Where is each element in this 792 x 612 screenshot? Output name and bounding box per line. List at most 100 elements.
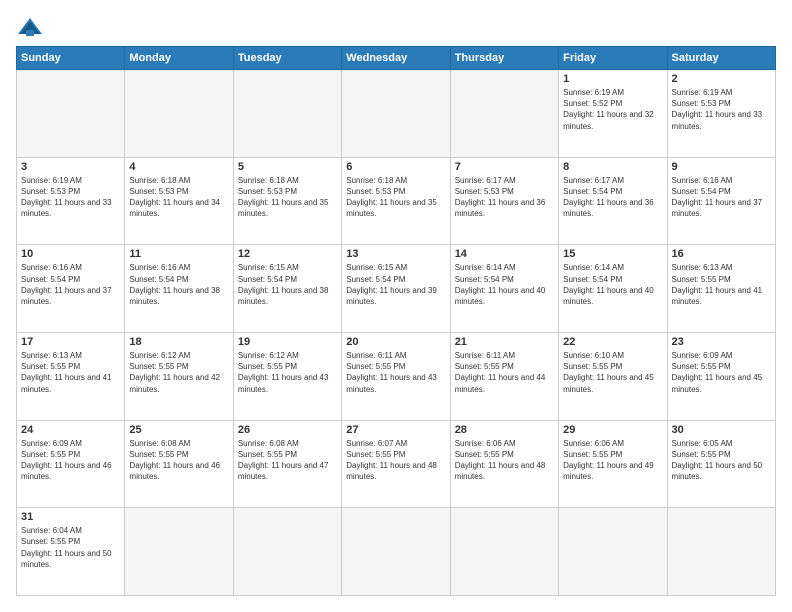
day-info: Sunrise: 6:18 AMSunset: 5:53 PMDaylight:… — [238, 175, 337, 220]
calendar-cell — [342, 508, 450, 596]
day-number: 25 — [129, 424, 228, 436]
day-number: 11 — [129, 248, 228, 260]
calendar-cell — [17, 70, 125, 158]
week-row-2: 10 Sunrise: 6:16 AMSunset: 5:54 PMDayligh… — [17, 245, 776, 333]
calendar-cell: 26 Sunrise: 6:08 AMSunset: 5:55 PMDayligh… — [233, 420, 341, 508]
calendar-cell: 12 Sunrise: 6:15 AMSunset: 5:54 PMDayligh… — [233, 245, 341, 333]
day-info: Sunrise: 6:11 AMSunset: 5:55 PMDaylight:… — [346, 350, 445, 395]
day-info: Sunrise: 6:09 AMSunset: 5:55 PMDaylight:… — [672, 350, 771, 395]
day-number: 19 — [238, 336, 337, 348]
day-info: Sunrise: 6:14 AMSunset: 5:54 PMDaylight:… — [455, 262, 554, 307]
day-number: 7 — [455, 161, 554, 173]
day-number: 26 — [238, 424, 337, 436]
calendar-cell: 17 Sunrise: 6:13 AMSunset: 5:55 PMDayligh… — [17, 332, 125, 420]
calendar-cell: 9 Sunrise: 6:16 AMSunset: 5:54 PMDaylight… — [667, 157, 775, 245]
day-info: Sunrise: 6:19 AMSunset: 5:53 PMDaylight:… — [672, 87, 771, 132]
day-info: Sunrise: 6:11 AMSunset: 5:55 PMDaylight:… — [455, 350, 554, 395]
calendar-cell: 24 Sunrise: 6:09 AMSunset: 5:55 PMDayligh… — [17, 420, 125, 508]
calendar-cell: 3 Sunrise: 6:19 AMSunset: 5:53 PMDaylight… — [17, 157, 125, 245]
day-number: 16 — [672, 248, 771, 260]
calendar-cell: 31 Sunrise: 6:04 AMSunset: 5:55 PMDayligh… — [17, 508, 125, 596]
day-number: 1 — [563, 73, 662, 85]
day-info: Sunrise: 6:16 AMSunset: 5:54 PMDaylight:… — [672, 175, 771, 220]
week-row-5: 31 Sunrise: 6:04 AMSunset: 5:55 PMDayligh… — [17, 508, 776, 596]
logo-icon — [16, 16, 44, 38]
calendar-cell: 23 Sunrise: 6:09 AMSunset: 5:55 PMDayligh… — [667, 332, 775, 420]
day-info: Sunrise: 6:10 AMSunset: 5:55 PMDaylight:… — [563, 350, 662, 395]
week-row-3: 17 Sunrise: 6:13 AMSunset: 5:55 PMDayligh… — [17, 332, 776, 420]
day-number: 31 — [21, 511, 120, 523]
calendar-cell: 8Sunrise: 6:17 AMSunset: 5:54 PMDaylight… — [559, 157, 667, 245]
day-info: Sunrise: 6:13 AMSunset: 5:55 PMDaylight:… — [672, 262, 771, 307]
week-row-0: 1Sunrise: 6:19 AMSunset: 5:52 PMDaylight… — [17, 70, 776, 158]
calendar-cell: 13 Sunrise: 6:15 AMSunset: 5:54 PMDayligh… — [342, 245, 450, 333]
dow-header-wednesday: Wednesday — [342, 47, 450, 70]
day-info: Sunrise: 6:18 AMSunset: 5:53 PMDaylight:… — [129, 175, 228, 220]
day-info: Sunrise: 6:13 AMSunset: 5:55 PMDaylight:… — [21, 350, 120, 395]
day-info: Sunrise: 6:15 AMSunset: 5:54 PMDaylight:… — [238, 262, 337, 307]
day-number: 4 — [129, 161, 228, 173]
day-number: 20 — [346, 336, 445, 348]
day-info: Sunrise: 6:12 AMSunset: 5:55 PMDaylight:… — [129, 350, 228, 395]
day-number: 3 — [21, 161, 120, 173]
calendar-cell: 5Sunrise: 6:18 AMSunset: 5:53 PMDaylight… — [233, 157, 341, 245]
dow-header-thursday: Thursday — [450, 47, 558, 70]
calendar-cell: 20 Sunrise: 6:11 AMSunset: 5:55 PMDayligh… — [342, 332, 450, 420]
day-number: 6 — [346, 161, 445, 173]
day-number: 24 — [21, 424, 120, 436]
day-info: Sunrise: 6:17 AMSunset: 5:53 PMDaylight:… — [455, 175, 554, 220]
calendar-cell — [125, 70, 233, 158]
day-number: 2 — [672, 73, 771, 85]
header — [16, 16, 776, 38]
day-number: 15 — [563, 248, 662, 260]
day-info: Sunrise: 6:08 AMSunset: 5:55 PMDaylight:… — [238, 438, 337, 483]
day-number: 23 — [672, 336, 771, 348]
day-info: Sunrise: 6:12 AMSunset: 5:55 PMDaylight:… — [238, 350, 337, 395]
day-number: 18 — [129, 336, 228, 348]
day-number: 30 — [672, 424, 771, 436]
day-info: Sunrise: 6:05 AMSunset: 5:55 PMDaylight:… — [672, 438, 771, 483]
calendar-cell: 2 Sunrise: 6:19 AMSunset: 5:53 PMDaylight… — [667, 70, 775, 158]
day-number: 10 — [21, 248, 120, 260]
day-info: Sunrise: 6:15 AMSunset: 5:54 PMDaylight:… — [346, 262, 445, 307]
day-info: Sunrise: 6:08 AMSunset: 5:55 PMDaylight:… — [129, 438, 228, 483]
calendar-cell: 16 Sunrise: 6:13 AMSunset: 5:55 PMDayligh… — [667, 245, 775, 333]
calendar-cell: 15 Sunrise: 6:14 AMSunset: 5:54 PMDayligh… — [559, 245, 667, 333]
calendar-cell — [125, 508, 233, 596]
day-number: 8 — [563, 161, 662, 173]
day-info: Sunrise: 6:14 AMSunset: 5:54 PMDaylight:… — [563, 262, 662, 307]
day-number: 14 — [455, 248, 554, 260]
dow-header-saturday: Saturday — [667, 47, 775, 70]
calendar-cell — [342, 70, 450, 158]
day-info: Sunrise: 6:16 AMSunset: 5:54 PMDaylight:… — [21, 262, 120, 307]
calendar-cell — [233, 70, 341, 158]
calendar-cell: 6 Sunrise: 6:18 AMSunset: 5:53 PMDaylight… — [342, 157, 450, 245]
day-info: Sunrise: 6:18 AMSunset: 5:53 PMDaylight:… — [346, 175, 445, 220]
day-number: 12 — [238, 248, 337, 260]
calendar-cell: 29Sunrise: 6:06 AMSunset: 5:55 PMDayligh… — [559, 420, 667, 508]
day-number: 22 — [563, 336, 662, 348]
day-of-week-row: SundayMondayTuesdayWednesdayThursdayFrid… — [17, 47, 776, 70]
day-number: 9 — [672, 161, 771, 173]
calendar-cell: 4 Sunrise: 6:18 AMSunset: 5:53 PMDaylight… — [125, 157, 233, 245]
calendar-cell: 7 Sunrise: 6:17 AMSunset: 5:53 PMDaylight… — [450, 157, 558, 245]
dow-header-friday: Friday — [559, 47, 667, 70]
day-info: Sunrise: 6:06 AMSunset: 5:55 PMDaylight:… — [455, 438, 554, 483]
calendar-cell: 21Sunrise: 6:11 AMSunset: 5:55 PMDayligh… — [450, 332, 558, 420]
day-info: Sunrise: 6:19 AMSunset: 5:53 PMDaylight:… — [21, 175, 120, 220]
day-info: Sunrise: 6:06 AMSunset: 5:55 PMDaylight:… — [563, 438, 662, 483]
day-number: 13 — [346, 248, 445, 260]
day-info: Sunrise: 6:09 AMSunset: 5:55 PMDaylight:… — [21, 438, 120, 483]
day-number: 17 — [21, 336, 120, 348]
calendar-cell: 22 Sunrise: 6:10 AMSunset: 5:55 PMDayligh… — [559, 332, 667, 420]
calendar-cell: 10 Sunrise: 6:16 AMSunset: 5:54 PMDayligh… — [17, 245, 125, 333]
calendar-cell: 28Sunrise: 6:06 AMSunset: 5:55 PMDayligh… — [450, 420, 558, 508]
logo — [16, 16, 48, 38]
calendar-cell: 19 Sunrise: 6:12 AMSunset: 5:55 PMDayligh… — [233, 332, 341, 420]
week-row-1: 3 Sunrise: 6:19 AMSunset: 5:53 PMDaylight… — [17, 157, 776, 245]
page: SundayMondayTuesdayWednesdayThursdayFrid… — [0, 0, 792, 612]
calendar-table: SundayMondayTuesdayWednesdayThursdayFrid… — [16, 46, 776, 596]
day-info: Sunrise: 6:04 AMSunset: 5:55 PMDaylight:… — [21, 525, 120, 570]
calendar-cell: 14 Sunrise: 6:14 AMSunset: 5:54 PMDayligh… — [450, 245, 558, 333]
calendar-cell: 25 Sunrise: 6:08 AMSunset: 5:55 PMDayligh… — [125, 420, 233, 508]
